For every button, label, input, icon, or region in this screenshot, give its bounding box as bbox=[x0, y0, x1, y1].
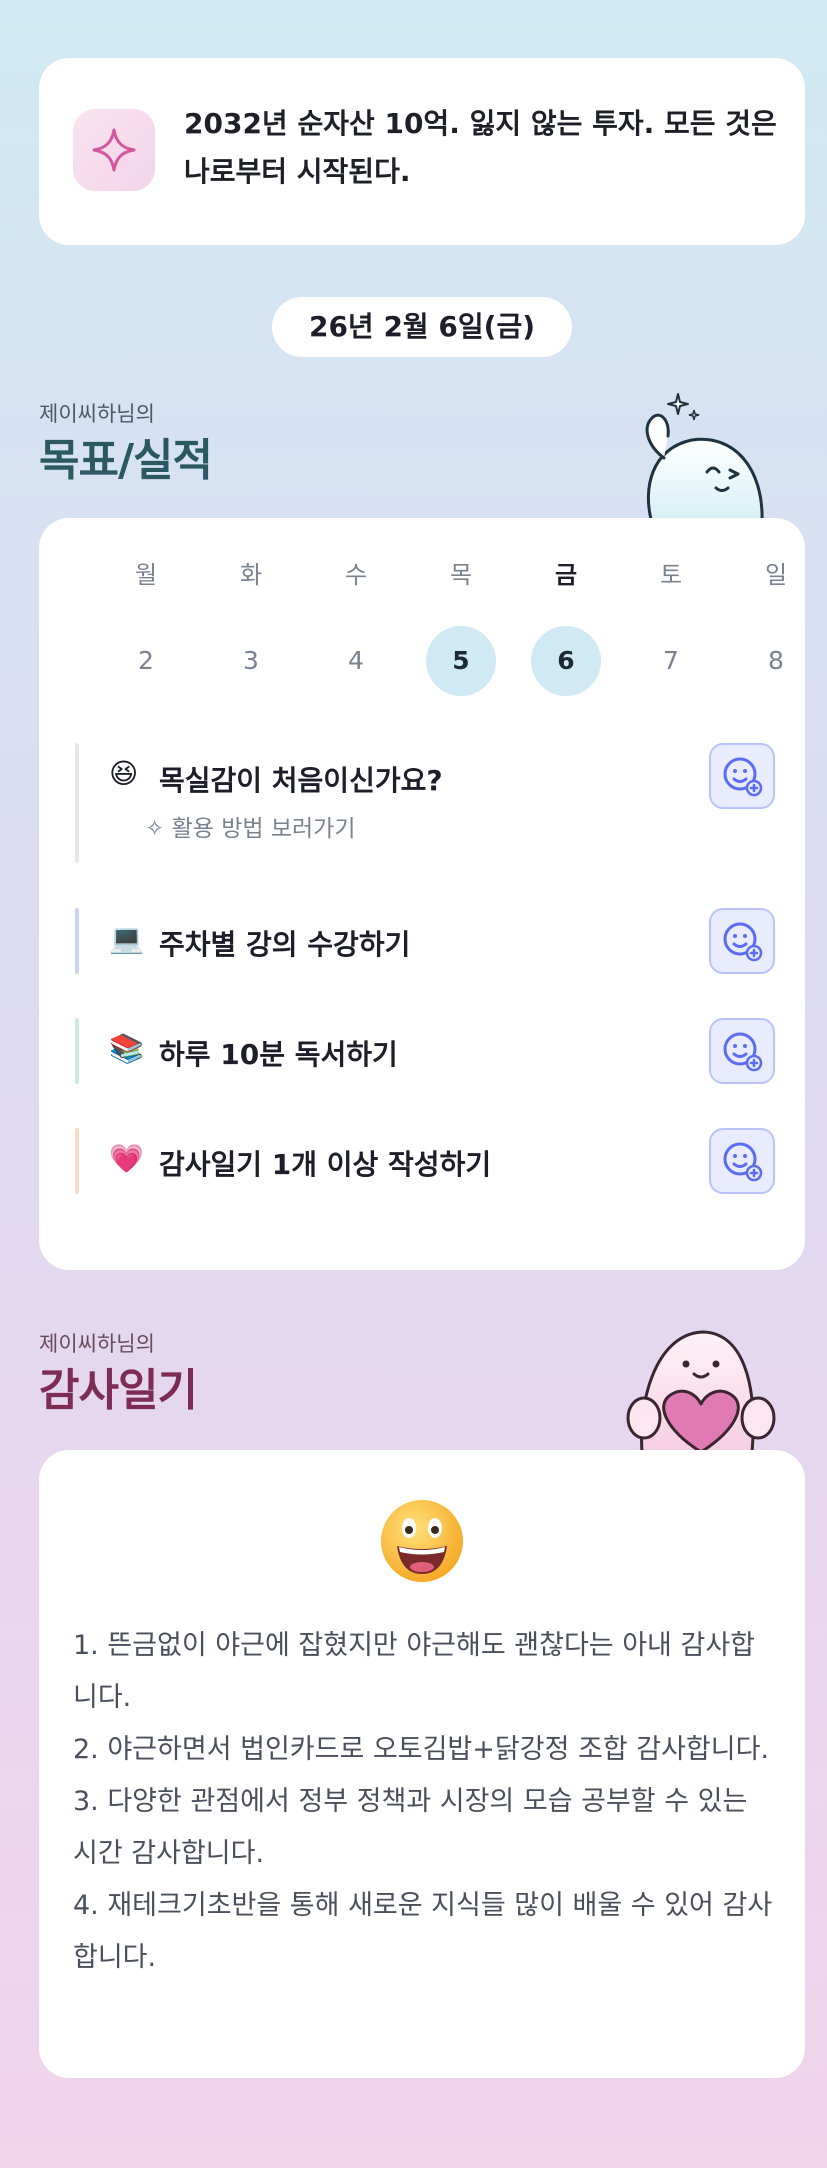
feeling-check-button[interactable] bbox=[709, 1018, 775, 1084]
day-thu[interactable]: 목 5 bbox=[426, 558, 496, 696]
thanks-title: 감사일기 bbox=[39, 1365, 198, 1416]
smiley-add-icon bbox=[723, 922, 763, 962]
feeling-check-button[interactable] bbox=[709, 743, 775, 809]
feeling-check-button[interactable] bbox=[709, 908, 775, 974]
day-number: 5 bbox=[426, 626, 496, 696]
task-item-guide[interactable]: 😆 목실감이 처음이신가요? ✧ 활용 방법 보러가기 bbox=[75, 743, 775, 863]
task-color-bar bbox=[75, 908, 79, 974]
day-name: 월 bbox=[134, 561, 158, 589]
day-sat[interactable]: 토 7 bbox=[636, 558, 706, 696]
task-color-bar bbox=[75, 1018, 79, 1084]
day-number: 4 bbox=[348, 646, 364, 675]
day-mon[interactable]: 월 2 bbox=[111, 558, 181, 696]
howto-link-label: 활용 방법 보러가기 bbox=[171, 816, 356, 842]
smiley-add-icon bbox=[723, 1032, 763, 1072]
task-color-bar bbox=[75, 1128, 79, 1194]
heart-emoji-icon: 💗 bbox=[109, 1142, 144, 1175]
day-name: 일 bbox=[764, 561, 788, 589]
smiley-add-icon bbox=[723, 757, 763, 797]
day-wed[interactable]: 수 4 bbox=[321, 558, 391, 696]
task-label: 목실감이 처음이신가요? bbox=[159, 764, 443, 797]
task-item-lecture[interactable]: 💻 주차별 강의 수강하기 bbox=[75, 908, 775, 974]
gratitude-entries: 1. 뜬금없이 야근에 잡혔지만 야근해도 괜찮다는 아내 감사합니다. 2. … bbox=[73, 1620, 773, 1984]
grinning-emoji-icon: 😆 bbox=[109, 757, 139, 790]
gratitude-line: 1. 뜬금없이 야근에 잡혔지만 야근해도 괜찮다는 아내 감사합니다. bbox=[73, 1630, 755, 1713]
day-name: 토 bbox=[659, 561, 683, 589]
gratitude-line: 3. 다양한 관점에서 정부 정책과 시장의 모습 공부할 수 있는 시간 감사… bbox=[73, 1786, 748, 1869]
day-sun[interactable]: 일 8 bbox=[741, 558, 811, 696]
day-number: 3 bbox=[243, 646, 259, 675]
books-emoji-icon: 📚 bbox=[109, 1032, 144, 1065]
sparkle-small-icon: ✧ bbox=[145, 816, 165, 842]
gratitude-line: 4. 재테크기초반을 통해 새로운 지식들 많이 배울 수 있어 감사합니다. bbox=[73, 1890, 773, 1973]
task-label: 주차별 강의 수강하기 bbox=[159, 928, 411, 961]
day-tue[interactable]: 화 3 bbox=[216, 558, 286, 696]
task-item-reading[interactable]: 📚 하루 10분 독서하기 bbox=[75, 1018, 775, 1084]
day-name: 금 bbox=[554, 561, 578, 589]
day-number: 2 bbox=[138, 646, 154, 675]
day-name: 목 bbox=[449, 561, 473, 589]
day-name: 화 bbox=[239, 561, 263, 589]
day-name: 수 bbox=[344, 561, 368, 589]
day-number: 8 bbox=[768, 646, 784, 675]
goals-card: 월 2 화 3 수 4 목 5 금 6 토 7 일 8 😆 목실감이 처음이신가… bbox=[39, 518, 805, 1270]
laptop-emoji-icon: 💻 bbox=[109, 922, 144, 955]
task-color-bar bbox=[75, 743, 79, 863]
task-label: 감사일기 1개 이상 작성하기 bbox=[159, 1148, 492, 1181]
mascot-heart-illustration bbox=[626, 1330, 776, 1452]
gratitude-journal-card: 1. 뜬금없이 야근에 잡혔지만 야근해도 괜찮다는 아내 감사합니다. 2. … bbox=[39, 1450, 805, 2078]
howto-link[interactable]: ✧ 활용 방법 보러가기 bbox=[145, 809, 356, 843]
day-fri[interactable]: 금 6 bbox=[531, 558, 601, 696]
grinning-face-icon bbox=[381, 1500, 463, 1582]
gratitude-line: 2. 야근하면서 법인카드로 오토김밥+닭강정 조합 감사합니다. bbox=[73, 1734, 770, 1765]
motto-card: 2032년 순자산 10억. 잃지 않는 투자. 모든 것은 나로부터 시작된다… bbox=[39, 58, 805, 245]
day-number: 7 bbox=[663, 646, 679, 675]
task-label: 하루 10분 독서하기 bbox=[159, 1038, 398, 1071]
task-item-gratitude[interactable]: 💗 감사일기 1개 이상 작성하기 bbox=[75, 1128, 775, 1194]
sparkle-icon bbox=[73, 109, 155, 191]
feeling-check-button[interactable] bbox=[709, 1128, 775, 1194]
day-number: 6 bbox=[531, 626, 601, 696]
goals-title: 목표/실적 bbox=[39, 435, 213, 486]
mascot-ghost-illustration bbox=[645, 393, 764, 523]
motto-text: 2032년 순자산 10억. 잃지 않는 투자. 모든 것은 나로부터 시작된다… bbox=[184, 107, 777, 188]
smiley-add-icon bbox=[723, 1142, 763, 1182]
date-selector[interactable]: 26년 2월 6일(금) bbox=[272, 297, 572, 357]
